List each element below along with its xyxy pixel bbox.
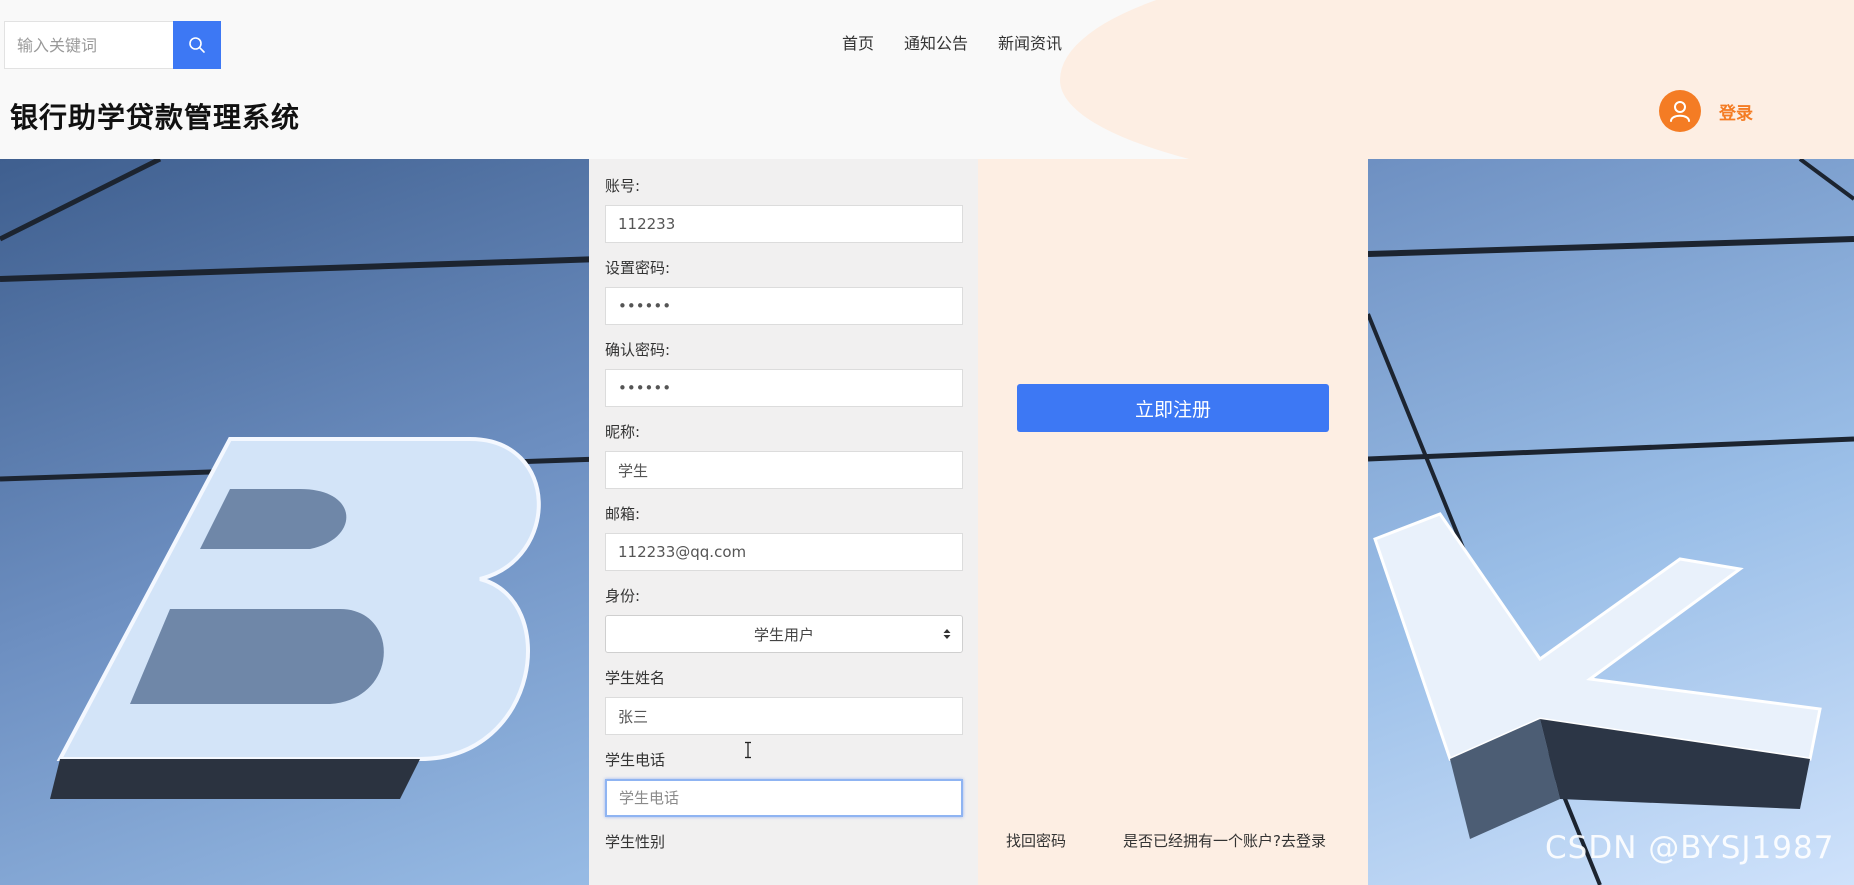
- text-cursor-icon: [745, 741, 751, 759]
- register-actions-panel: 立即注册 找回密码 是否已经拥有一个账户?去登录: [978, 159, 1368, 885]
- account-label: 账号:: [605, 177, 641, 195]
- role-selected-value: 学生用户: [753, 625, 814, 644]
- field-student-name: 学生姓名 张三: [605, 667, 963, 735]
- field-student-phone: 学生电话: [605, 749, 963, 817]
- account-input[interactable]: 112233: [605, 205, 963, 243]
- field-student-gender: 学生性别: [605, 831, 962, 851]
- nav-news[interactable]: 新闻资讯: [998, 30, 1062, 54]
- goto-login-link[interactable]: 是否已经拥有一个账户?去登录: [1123, 830, 1326, 851]
- student-name-label: 学生姓名: [605, 669, 666, 687]
- register-form: 账号: 112233 设置密码: •••••• 确认密码: •••••• 昵称:…: [589, 159, 978, 885]
- login-area: 登录: [1659, 90, 1753, 132]
- password-label: 设置密码:: [605, 259, 671, 277]
- nickname-label: 昵称:: [605, 423, 641, 441]
- nickname-input[interactable]: 学生: [605, 451, 963, 489]
- field-account: 账号: 112233: [605, 175, 963, 243]
- student-phone-input[interactable]: [605, 779, 963, 817]
- student-name-input[interactable]: 张三: [605, 697, 963, 735]
- field-password: 设置密码: ••••••: [605, 257, 963, 325]
- nav-home[interactable]: 首页: [842, 30, 874, 54]
- nav-notices[interactable]: 通知公告: [904, 30, 968, 54]
- search-input[interactable]: [4, 21, 173, 69]
- find-password-link[interactable]: 找回密码: [1006, 830, 1066, 851]
- email-input[interactable]: 112233@qq.com: [605, 533, 963, 571]
- login-link[interactable]: 登录: [1719, 99, 1753, 124]
- password-input[interactable]: ••••••: [605, 287, 963, 325]
- field-nickname: 昵称: 学生: [605, 421, 963, 489]
- header-decoration: [1060, 0, 1854, 159]
- search-bar: [4, 21, 221, 69]
- watermark: CSDN @BYSJ1987: [1545, 830, 1835, 866]
- main-nav: 首页 通知公告 新闻资讯: [842, 30, 1062, 54]
- site-title: 银行助学贷款管理系统: [10, 101, 301, 134]
- field-email: 邮箱: 112233@qq.com: [605, 503, 963, 571]
- search-icon: [189, 37, 205, 53]
- page-header: 首页 通知公告 新闻资讯 银行助学贷款管理系统 登录: [0, 0, 1854, 159]
- register-button[interactable]: 立即注册: [1017, 384, 1329, 432]
- role-select[interactable]: 学生用户: [605, 615, 963, 653]
- student-phone-label: 学生电话: [605, 751, 666, 769]
- avatar[interactable]: [1659, 90, 1701, 132]
- user-icon: [1670, 101, 1690, 122]
- confirm-password-label: 确认密码:: [605, 341, 671, 359]
- email-label: 邮箱:: [605, 505, 641, 523]
- search-button[interactable]: [173, 21, 221, 69]
- field-role: 身份: 学生用户: [605, 585, 963, 653]
- role-label: 身份:: [605, 587, 641, 605]
- sort-arrows-icon: [943, 629, 951, 639]
- confirm-password-input[interactable]: ••••••: [605, 369, 963, 407]
- student-gender-label: 学生性别: [605, 833, 666, 851]
- field-confirm-password: 确认密码: ••••••: [605, 339, 963, 407]
